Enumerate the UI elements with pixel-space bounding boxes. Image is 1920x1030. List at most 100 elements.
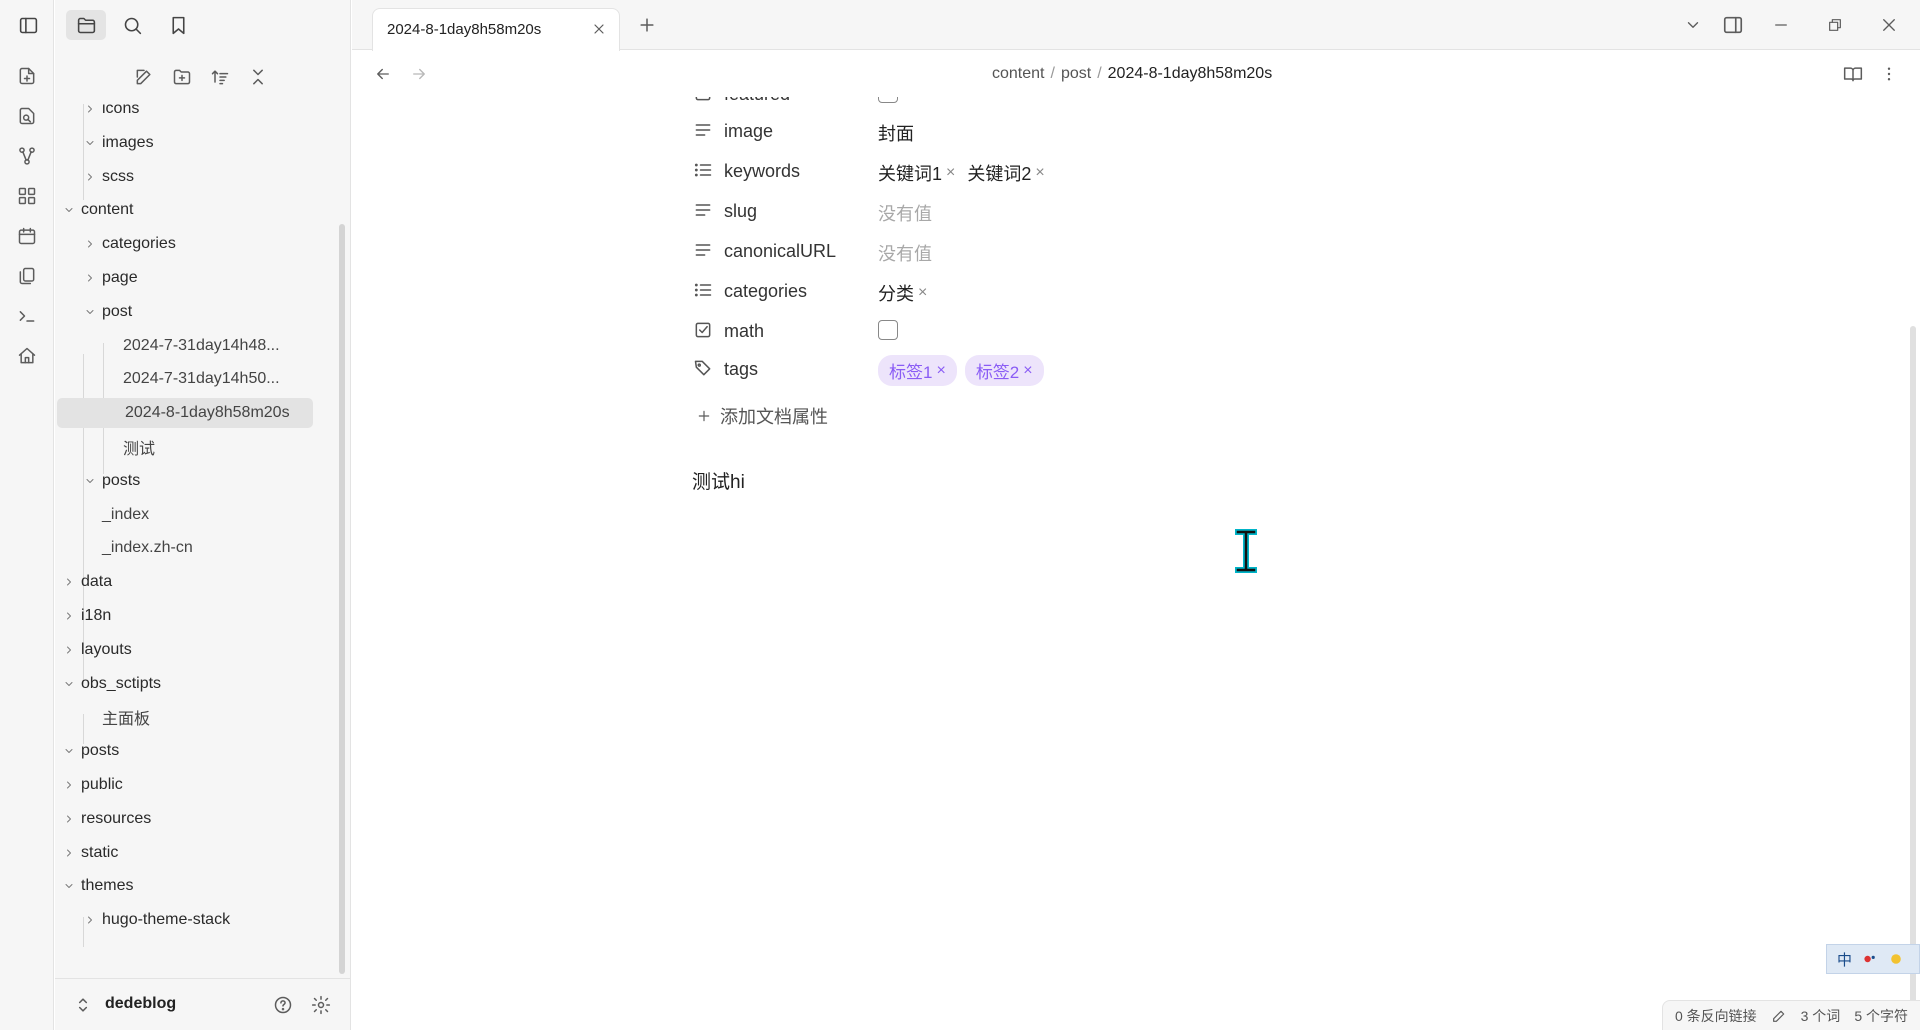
property-key[interactable]: slug: [724, 201, 757, 222]
home-icon[interactable]: [13, 342, 41, 370]
remove-icon[interactable]: ×: [946, 164, 955, 182]
keyword-chip[interactable]: 关键词2 ×: [967, 160, 1044, 186]
tree-folder-item[interactable]: i18n: [55, 601, 325, 631]
canvas-icon[interactable]: [13, 182, 41, 210]
breadcrumb-current[interactable]: 2024-8-1day8h58m20s: [1108, 65, 1273, 82]
chevron-right-icon[interactable]: [62, 846, 76, 860]
vault-chevrons-icon[interactable]: [69, 991, 97, 1019]
chevron-right-icon[interactable]: [83, 104, 97, 116]
tree-folder-item[interactable]: posts: [55, 466, 325, 496]
right-sidebar-toggle-icon[interactable]: [1718, 10, 1748, 40]
tree-folder-item[interactable]: static: [55, 838, 325, 868]
backlinks-count[interactable]: 0 条反向链接: [1675, 1006, 1757, 1026]
property-key[interactable]: featured: [724, 97, 790, 105]
collapse-all-icon[interactable]: [243, 62, 273, 92]
search-icon[interactable]: [112, 10, 152, 40]
edit-pencil-icon[interactable]: [1771, 1008, 1787, 1024]
chevron-right-icon[interactable]: [83, 170, 97, 184]
tree-folder-item[interactable]: scss: [55, 162, 325, 192]
property-key[interactable]: image: [724, 121, 773, 142]
chevron-down-icon[interactable]: [62, 203, 76, 217]
close-icon[interactable]: [589, 19, 609, 39]
sort-icon[interactable]: [205, 62, 235, 92]
new-note-icon[interactable]: [13, 62, 41, 90]
window-close-icon[interactable]: [1874, 10, 1904, 40]
chevron-down-icon[interactable]: [83, 474, 97, 488]
help-icon[interactable]: [269, 991, 297, 1019]
chevron-down-icon[interactable]: [62, 677, 76, 691]
tree-file-item[interactable]: 2024-7-31day14h48...: [55, 331, 325, 361]
chevron-right-icon[interactable]: [62, 812, 76, 826]
minimize-icon[interactable]: [1766, 10, 1796, 40]
chevron-right-icon[interactable]: [83, 271, 97, 285]
vault-switcher[interactable]: dedeblog: [55, 978, 351, 1030]
settings-gear-icon[interactable]: [307, 991, 335, 1019]
tag-pill[interactable]: 标签1 ×: [878, 355, 957, 386]
tree-folder-item[interactable]: themes: [55, 871, 325, 901]
tree-file-item[interactable]: 2024-8-1day8h58m20s: [57, 398, 313, 429]
new-tab-icon[interactable]: [632, 10, 662, 40]
category-chip[interactable]: 分类 ×: [878, 280, 927, 306]
restore-icon[interactable]: [1820, 10, 1850, 40]
chevron-right-icon[interactable]: [62, 575, 76, 589]
remove-icon[interactable]: ×: [1035, 164, 1044, 182]
chevron-right-icon[interactable]: [83, 913, 97, 927]
new-note-icon[interactable]: [129, 62, 159, 92]
more-options-icon[interactable]: [1874, 59, 1904, 89]
tree-folder-item[interactable]: content: [55, 195, 325, 225]
vault-name[interactable]: dedeblog: [105, 995, 176, 1013]
tree-folder-item[interactable]: public: [55, 770, 325, 800]
featured-checkbox[interactable]: [878, 97, 898, 103]
remove-icon[interactable]: ×: [936, 362, 945, 380]
tree-file-item[interactable]: _index: [55, 500, 325, 530]
tree-folder-item[interactable]: posts: [55, 736, 325, 766]
terminal-icon[interactable]: [13, 302, 41, 330]
property-key[interactable]: canonicalURL: [724, 241, 836, 262]
chevron-right-icon[interactable]: [62, 778, 76, 792]
chevron-down-icon[interactable]: [83, 305, 97, 319]
tab-active-note[interactable]: 2024-8-1day8h58m20s: [372, 8, 620, 51]
forward-arrow-icon[interactable]: [404, 59, 434, 89]
chevron-down-icon[interactable]: [62, 879, 76, 893]
tree-folder-item[interactable]: hugo-theme-stack: [55, 905, 325, 935]
property-key[interactable]: categories: [724, 281, 807, 302]
remove-icon[interactable]: ×: [918, 284, 927, 302]
remove-icon[interactable]: ×: [1023, 362, 1032, 380]
reading-view-icon[interactable]: [1838, 59, 1868, 89]
bookmark-icon[interactable]: [158, 10, 198, 40]
tree-file-item[interactable]: 2024-7-31day14h50...: [55, 364, 325, 394]
property-value[interactable]: 没有值: [878, 240, 932, 266]
property-value[interactable]: 没有值: [878, 200, 932, 226]
property-key[interactable]: keywords: [724, 161, 800, 182]
editor-scrollbar[interactable]: [1910, 326, 1916, 1026]
back-arrow-icon[interactable]: [368, 59, 398, 89]
switcher-icon[interactable]: [13, 102, 41, 130]
sidebar-toggle-icon[interactable]: [8, 10, 48, 40]
file-tree-scrollbar[interactable]: [339, 224, 345, 974]
chevron-right-icon[interactable]: [62, 609, 76, 623]
tree-folder-item[interactable]: icons: [55, 104, 325, 124]
chevron-down-icon[interactable]: [1678, 10, 1708, 40]
editor-content[interactable]: featured image 封面 keywords 关键词1× 关键词2×: [352, 97, 1908, 1030]
keyword-chip[interactable]: 关键词1 ×: [878, 160, 955, 186]
tree-folder-item[interactable]: images: [55, 128, 325, 158]
breadcrumb-post[interactable]: post: [1061, 65, 1091, 82]
property-key[interactable]: math: [724, 321, 764, 342]
math-checkbox[interactable]: [878, 320, 898, 340]
tree-folder-item[interactable]: post: [55, 297, 325, 327]
tree-file-item[interactable]: 主面板: [55, 702, 325, 732]
chevron-right-icon[interactable]: [83, 237, 97, 251]
tree-folder-item[interactable]: page: [55, 263, 325, 293]
breadcrumb-content[interactable]: content: [992, 65, 1044, 82]
tree-file-item[interactable]: 测试: [55, 432, 325, 462]
tree-folder-item[interactable]: obs_sctipts: [55, 669, 325, 699]
tree-folder-item[interactable]: data: [55, 567, 325, 597]
folder-icon[interactable]: [66, 10, 106, 40]
chevron-down-icon[interactable]: [62, 744, 76, 758]
graph-icon[interactable]: [13, 142, 41, 170]
property-key[interactable]: tags: [724, 359, 758, 380]
tree-folder-item[interactable]: categories: [55, 229, 325, 259]
chevron-down-icon[interactable]: [83, 136, 97, 150]
tree-folder-item[interactable]: layouts: [55, 635, 325, 665]
property-value[interactable]: 封面: [878, 120, 914, 146]
